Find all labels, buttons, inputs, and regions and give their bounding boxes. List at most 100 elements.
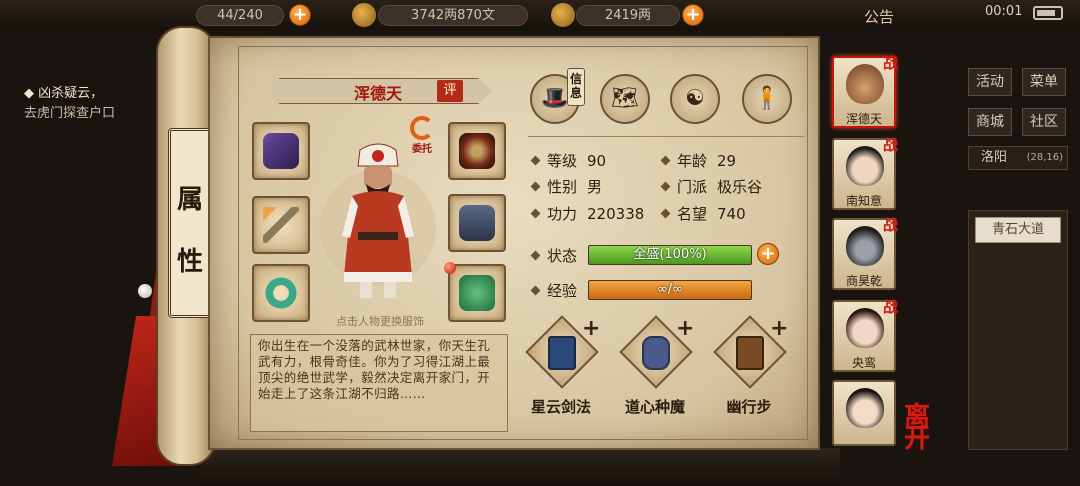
diamond-bullet-icon: [530, 155, 541, 166]
sword-icon: [263, 207, 299, 243]
skill-book-icon: [548, 336, 576, 370]
rate-button[interactable]: 评: [437, 80, 463, 102]
roster-name: 央鸾: [851, 356, 876, 370]
location-bar[interactable]: 洛阳 (28,16): [968, 146, 1068, 170]
activity-button[interactable]: 活动: [968, 68, 1012, 96]
community-button[interactable]: 社区: [1022, 108, 1066, 136]
roster-card-2[interactable]: 南知意 战: [832, 136, 898, 210]
scroll-title-box: 属 性: [168, 128, 212, 318]
exp-label: 经验: [547, 282, 578, 300]
bottom-menu-strip: [200, 448, 840, 486]
sub-location-item[interactable]: 青石大道: [975, 217, 1061, 243]
diamond-bullet-icon: [530, 181, 541, 192]
bracer-icon: [459, 133, 495, 169]
age-value: 29: [717, 152, 737, 170]
roster-card-4[interactable]: 央鸾 战: [832, 298, 898, 372]
sub-location-panel: 青石大道: [968, 210, 1068, 450]
roster-card-5[interactable]: [832, 380, 896, 446]
gold-pill: 2419两: [576, 5, 680, 26]
gold-text: 2419两: [604, 8, 652, 23]
level-value: 90: [587, 152, 607, 170]
city-name: 洛阳: [981, 150, 1008, 165]
skill-name-3: 幽行步: [726, 398, 772, 416]
portrait: [846, 64, 884, 104]
skill-name-1: 星云剑法: [530, 398, 591, 416]
jade-pendant-icon: [459, 275, 495, 311]
stat-age: 年龄 29: [660, 150, 737, 171]
stat-power: 功力 220338: [530, 203, 645, 224]
fame-label: 名望: [677, 205, 708, 223]
info-tab-tag: 信息: [567, 68, 585, 106]
menu-button[interactable]: 菜单: [1022, 68, 1066, 96]
equip-slot-armor[interactable]: [448, 194, 506, 252]
stamina-text: 44/240: [217, 8, 263, 23]
status-label-row: 状态: [530, 245, 578, 266]
notice-button[interactable]: 公告: [864, 6, 894, 27]
equip-slot-bracer[interactable]: [448, 122, 506, 180]
stat-level: 等级 90: [530, 150, 607, 171]
character-name: 浑德天: [353, 84, 402, 103]
status-bar: 全盛(100%): [588, 245, 752, 265]
stat-fame: 名望 740: [660, 203, 746, 224]
skill-manual-icon: [736, 336, 764, 370]
add-skill-button[interactable]: +: [582, 316, 600, 341]
roster-card-3[interactable]: 商昊乾 战: [832, 216, 898, 290]
portrait: [846, 388, 884, 428]
money-text: 3742两870文: [411, 8, 495, 23]
tab-meridian[interactable]: 🧍: [742, 74, 792, 124]
diamond-bullet-icon: [530, 250, 541, 261]
gender-label: 性别: [547, 178, 578, 196]
shop-button[interactable]: 商城: [968, 108, 1012, 136]
tab-map[interactable]: 🗺: [600, 74, 650, 124]
gender-value: 男: [587, 178, 603, 196]
tab-bagua[interactable]: ☯: [670, 74, 720, 124]
skill-scroll-icon: [642, 336, 670, 370]
sect-value: 极乐谷: [717, 178, 763, 196]
character-figure[interactable]: [312, 136, 444, 306]
status-label: 状态: [547, 247, 578, 265]
battle-badge: 战: [882, 136, 898, 154]
roster-name: 南知意: [845, 194, 882, 208]
battery-icon: [1033, 6, 1063, 20]
yin-yang-icon: ☯: [685, 86, 705, 111]
status-bar-text: 全盛(100%): [633, 247, 707, 262]
restore-status-button[interactable]: +: [757, 243, 779, 265]
equip-slot-shoulder[interactable]: [252, 122, 310, 180]
sect-label: 门派: [677, 178, 708, 196]
leave-button[interactable]: 离开: [904, 404, 952, 452]
coin-icon: [352, 3, 376, 27]
quest-tracker[interactable]: ◆ 凶杀疑云， 去虎门探查户口: [24, 84, 154, 134]
shoulder-armor-icon: [263, 133, 299, 169]
portrait: [846, 226, 884, 266]
body-figure-icon: 🧍: [753, 86, 781, 111]
stamina-pill: 44/240: [196, 5, 284, 26]
gold-ingot-icon: [551, 3, 575, 27]
add-skill-button[interactable]: +: [770, 316, 788, 341]
power-label: 功力: [547, 205, 578, 223]
diamond-bullet-icon: [660, 155, 671, 166]
diamond-bullet-icon: [660, 181, 671, 192]
scroll-title-char-1: 属: [176, 185, 203, 215]
battle-badge: 战: [882, 216, 898, 234]
money-pill: 3742两870文: [378, 5, 528, 26]
coordinates: (28,16): [1026, 152, 1063, 163]
map-icon: 🗺: [611, 86, 639, 111]
stat-sect: 门派 极乐谷: [660, 176, 763, 197]
scroll-title-char-2: 性: [176, 247, 203, 277]
stat-gender: 性别男: [530, 176, 603, 197]
equip-slot-weapon[interactable]: [252, 196, 310, 254]
fame-value: 740: [717, 205, 746, 223]
add-skill-button[interactable]: +: [676, 316, 694, 341]
armor-icon: [459, 205, 495, 241]
add-gold-button[interactable]: +: [682, 4, 704, 26]
add-stamina-button[interactable]: +: [289, 4, 311, 26]
power-value: 220338: [587, 205, 645, 223]
portrait: [846, 146, 884, 186]
portrait: [846, 308, 884, 348]
jade-bead: [138, 284, 152, 298]
exp-label-row: 经验: [530, 280, 578, 301]
roster-card-1[interactable]: 浑德天 战: [832, 54, 898, 128]
clock: 00:01: [985, 4, 1023, 19]
top-bar: [0, 0, 1080, 30]
roster-name: 商昊乾: [845, 274, 882, 288]
